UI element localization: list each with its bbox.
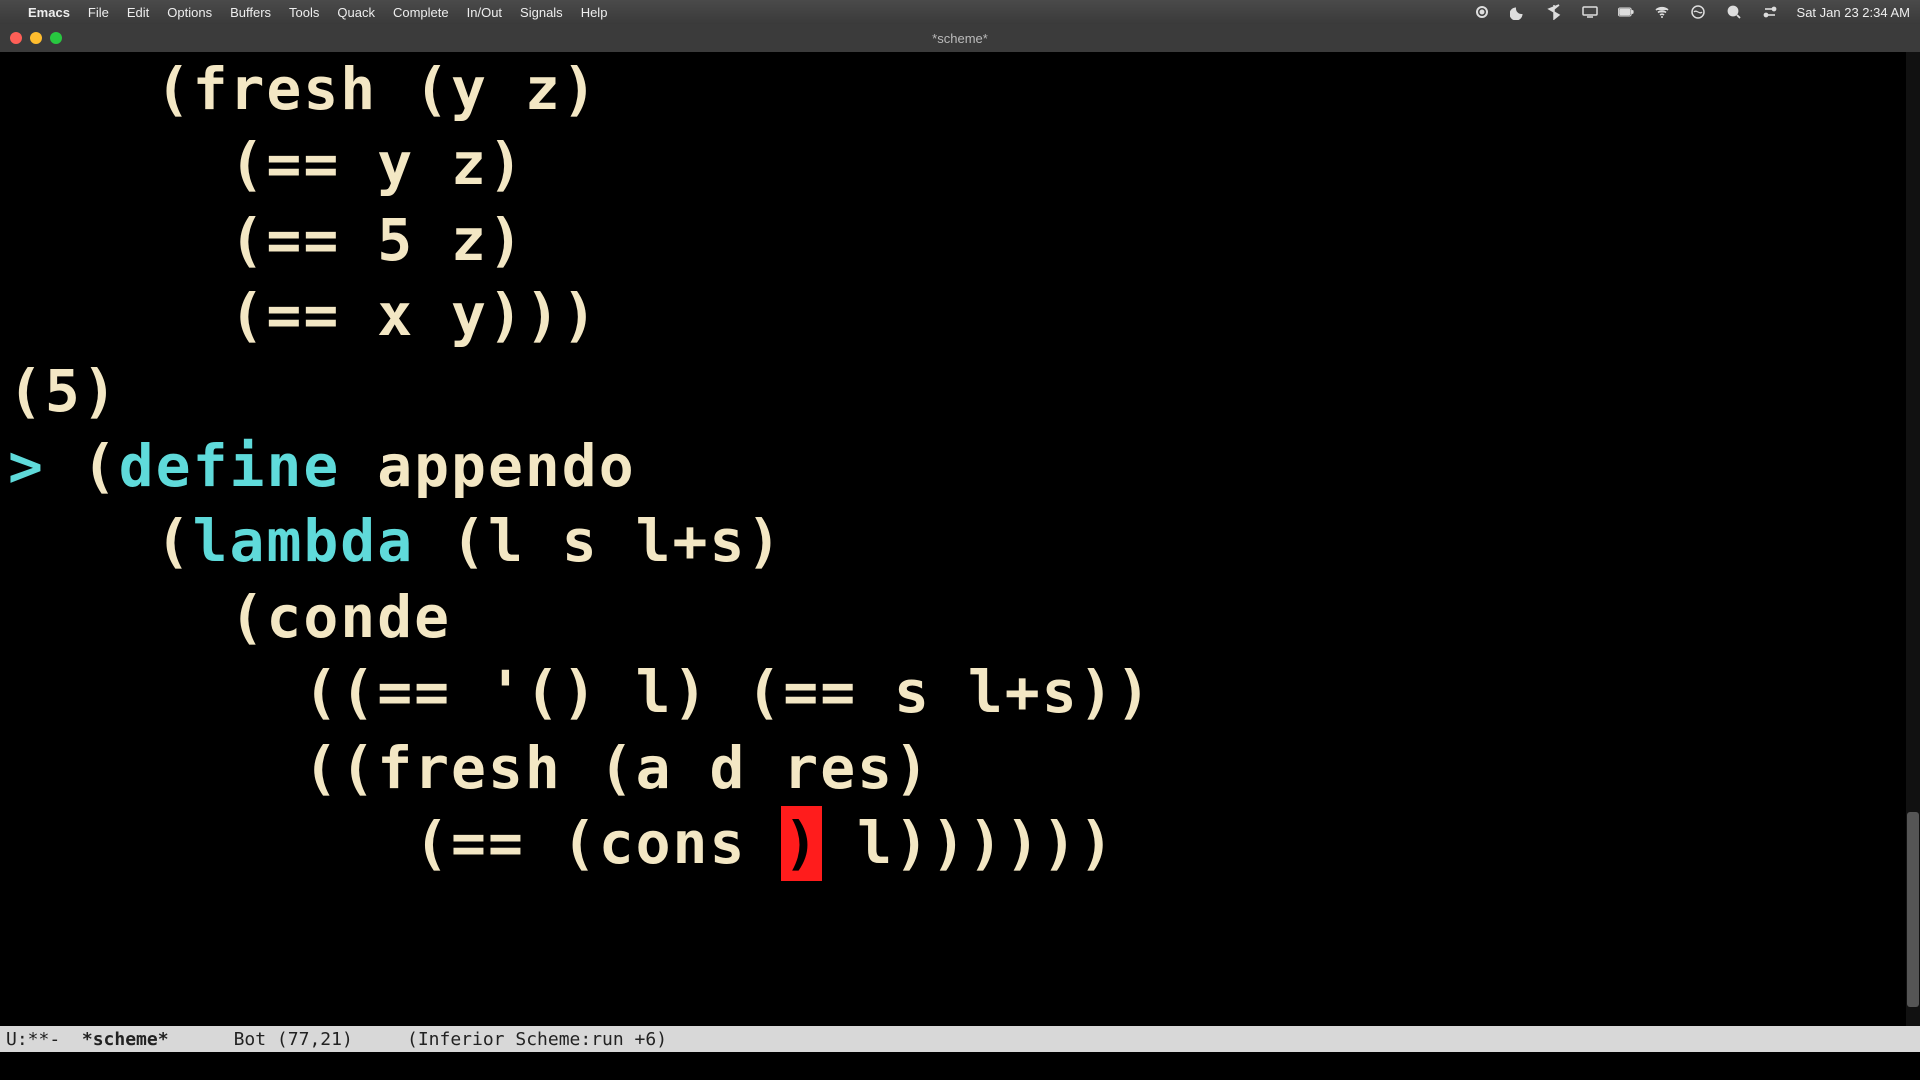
code-buffer[interactable]: (fresh (y z) (== y z) (== 5 z) (== x y))… bbox=[0, 52, 1920, 881]
code-line: ((== '() l) (== s l+s)) bbox=[8, 658, 1153, 726]
point-cursor: ) bbox=[781, 806, 822, 881]
mode-line[interactable]: U:**- *scheme* Bot (77,21) (Inferior Sch… bbox=[0, 1026, 1920, 1052]
menubar-app-name[interactable]: Emacs bbox=[28, 5, 70, 20]
menu-buffers[interactable]: Buffers bbox=[230, 5, 271, 20]
display-icon[interactable] bbox=[1581, 3, 1599, 21]
menu-complete[interactable]: Complete bbox=[393, 5, 449, 20]
code-line: (5) bbox=[8, 357, 119, 425]
bluetooth-icon[interactable] bbox=[1545, 3, 1563, 21]
modeline-buffer: *scheme* bbox=[82, 1029, 169, 1050]
code-line: (fresh (y z) bbox=[8, 55, 599, 123]
macos-menubar: Emacs File Edit Options Buffers Tools Qu… bbox=[0, 0, 1920, 24]
menu-file[interactable]: File bbox=[88, 5, 109, 20]
emacs-window: *scheme* (fresh (y z) (== y z) (== 5 z) … bbox=[0, 24, 1920, 1080]
code-text: ( bbox=[8, 507, 193, 575]
menu-tools[interactable]: Tools bbox=[289, 5, 319, 20]
record-icon[interactable] bbox=[1473, 3, 1491, 21]
code-line: (conde bbox=[8, 583, 451, 651]
code-text: (l s l+s) bbox=[414, 507, 783, 575]
do-not-disturb-icon[interactable] bbox=[1509, 3, 1527, 21]
scrollbar[interactable] bbox=[1906, 52, 1920, 1026]
minimize-icon[interactable] bbox=[30, 32, 42, 44]
keyword-lambda: lambda bbox=[193, 507, 415, 575]
keyword-define: define bbox=[119, 432, 341, 500]
wifi-icon[interactable] bbox=[1653, 3, 1671, 21]
menu-edit[interactable]: Edit bbox=[127, 5, 149, 20]
code-line: (== y z) bbox=[8, 130, 525, 198]
menubar-left: Emacs File Edit Options Buffers Tools Qu… bbox=[10, 5, 607, 20]
close-icon[interactable] bbox=[10, 32, 22, 44]
repl-prompt: > bbox=[8, 432, 82, 500]
menu-signals[interactable]: Signals bbox=[520, 5, 563, 20]
modeline-position: Bot (77,21) bbox=[169, 1029, 407, 1050]
menu-inout[interactable]: In/Out bbox=[467, 5, 502, 20]
battery-icon[interactable] bbox=[1617, 3, 1635, 21]
menu-quack[interactable]: Quack bbox=[337, 5, 375, 20]
scrollbar-thumb[interactable] bbox=[1907, 812, 1919, 1007]
minibuffer[interactable] bbox=[0, 1052, 1920, 1080]
traffic-lights bbox=[0, 32, 62, 44]
menubar-right: Sat Jan 23 2:34 AM bbox=[1473, 3, 1910, 21]
window-titlebar[interactable]: *scheme* bbox=[0, 24, 1920, 52]
menu-options[interactable]: Options bbox=[167, 5, 212, 20]
spotlight-icon[interactable] bbox=[1725, 3, 1743, 21]
code-text: ( bbox=[82, 432, 119, 500]
zoom-icon[interactable] bbox=[50, 32, 62, 44]
code-line: (== 5 z) bbox=[8, 206, 525, 274]
menu-help[interactable]: Help bbox=[581, 5, 608, 20]
window-title: *scheme* bbox=[0, 31, 1920, 46]
code-line: (== x y))) bbox=[8, 281, 599, 349]
editor-area[interactable]: (fresh (y z) (== y z) (== 5 z) (== x y))… bbox=[0, 52, 1920, 1026]
code-line: ((fresh (a d res) bbox=[8, 734, 931, 802]
code-text: (== (cons bbox=[8, 809, 783, 877]
control-center-icon[interactable] bbox=[1761, 3, 1779, 21]
siri-icon[interactable] bbox=[1689, 3, 1707, 21]
modeline-mode: (Inferior Scheme:run +6) bbox=[407, 1029, 667, 1050]
code-text: appendo bbox=[340, 432, 635, 500]
code-text: l)))))) bbox=[820, 809, 1115, 877]
menubar-clock[interactable]: Sat Jan 23 2:34 AM bbox=[1797, 5, 1910, 20]
modeline-flags: U:**- bbox=[6, 1029, 82, 1050]
